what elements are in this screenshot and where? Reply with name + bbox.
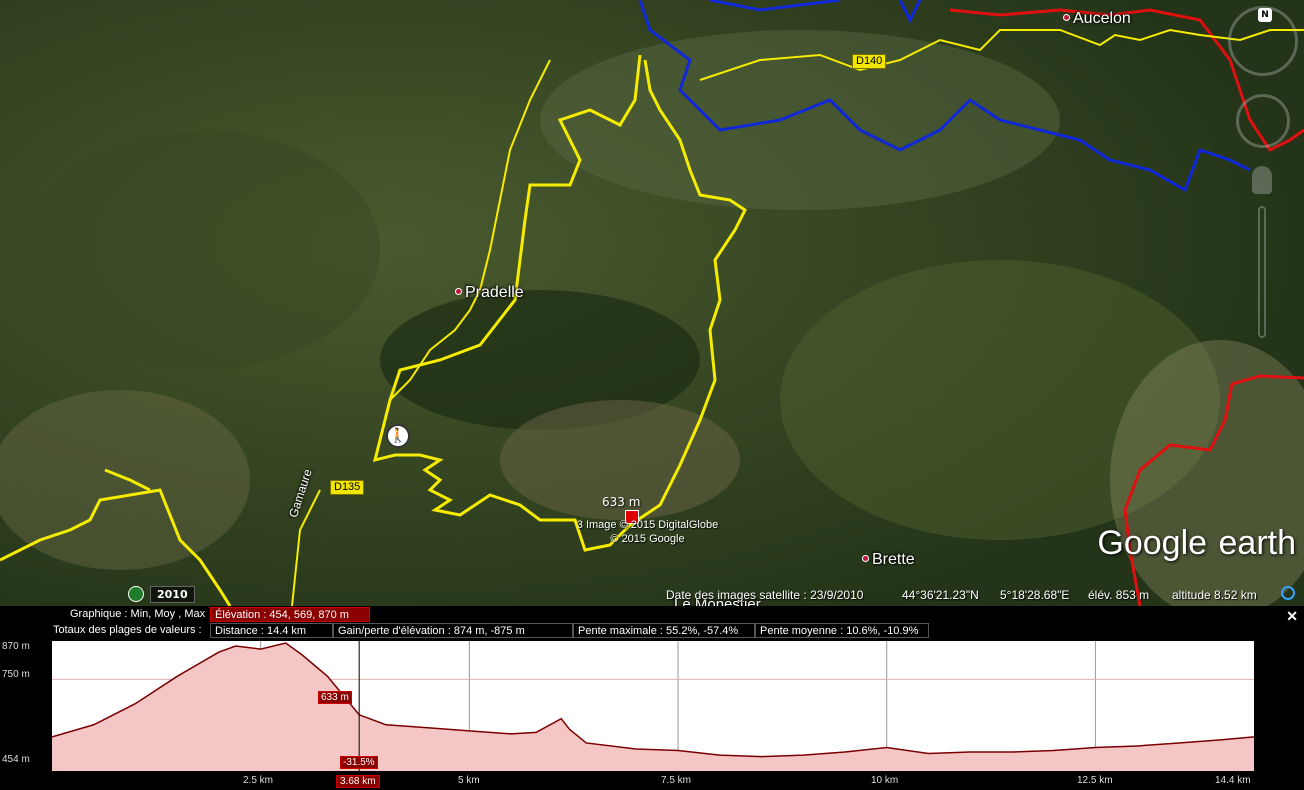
y-tick-label: 454 m [2, 754, 30, 765]
streaming-icon [1281, 586, 1295, 600]
place-aucelon[interactable]: Aucelon [1063, 10, 1131, 28]
elevation-readout: élév. 853 m [1088, 588, 1150, 602]
profile-totals-row: Totaux des plages de valeurs : Distance … [0, 623, 1304, 639]
y-tick-label: 750 m [2, 669, 30, 680]
x-tick-label: 14.4 km [1215, 775, 1251, 786]
satellite-map-view[interactable]: Aucelon Pradelle Brette Le Monestier D14… [0, 0, 1304, 606]
gain-loss-stat[interactable]: Gain/perte d'élévation : 874 m, -875 m [333, 623, 573, 638]
road-label-d135: D135 [330, 480, 365, 495]
distance-stat[interactable]: Distance : 14.4 km [210, 623, 333, 638]
cursor-elevation-label: 633 m [318, 691, 352, 704]
x-tick-label: 7.5 km [661, 775, 692, 786]
street-view-icon[interactable] [1252, 166, 1272, 194]
imagery-date: Date des images satellite : 23/9/2010 [666, 588, 864, 602]
road-label-d140: D140 [852, 54, 887, 69]
profile-summary-row: Graphique : Min, Moy , Max Élévation : 4… [0, 607, 1304, 623]
google-earth-logo: Google earth [1097, 524, 1296, 562]
place-dot-icon [455, 288, 462, 295]
latitude-readout: 44°36'21.23"N [902, 588, 979, 602]
elevation-area [52, 643, 1254, 771]
place-pradelle[interactable]: Pradelle [455, 284, 524, 302]
look-joystick-icon[interactable] [1236, 94, 1290, 148]
graph-label: Graphique : Min, Moy , Max [70, 608, 206, 620]
marker-altitude-label: 633 m [602, 495, 641, 509]
elevation-stat[interactable]: Élévation : 454, 569, 870 m [210, 607, 370, 622]
avg-slope-stat[interactable]: Pente moyenne : 10.6%, -10.9% [755, 623, 929, 638]
compass-north-icon[interactable]: N [1258, 8, 1272, 22]
x-tick-label: 2.5 km [243, 775, 274, 786]
elevation-chart[interactable] [51, 641, 1255, 771]
longitude-readout: 5°18'28.68"E [1000, 588, 1070, 602]
altitude-readout: altitude 8.52 km [1172, 588, 1257, 602]
imagery-copyright: 3 Image © 2015 DigitalGlobe © 2015 Googl… [576, 519, 719, 545]
x-tick-label: 5 km [458, 775, 480, 786]
x-tick-label: 12.5 km [1077, 775, 1113, 786]
zoom-slider-icon[interactable] [1258, 206, 1266, 338]
place-dot-icon [862, 555, 869, 562]
max-slope-stat[interactable]: Pente maximale : 55.2%, -57.4% [573, 623, 755, 638]
historical-year-badge[interactable]: 2010 [150, 586, 195, 603]
x-tick-label: 10 km [871, 775, 899, 786]
terrain-imagery [0, 0, 1304, 606]
totals-label: Totaux des plages de valeurs : [53, 624, 202, 636]
elevation-chart-svg [51, 641, 1255, 771]
hiker-icon[interactable]: 🚶 [386, 424, 410, 448]
place-brette[interactable]: Brette [862, 551, 915, 569]
status-bar: Date des images satellite : 23/9/2010 44… [0, 584, 1304, 606]
navigation-controls[interactable]: N [1228, 6, 1298, 346]
place-dot-icon [1063, 14, 1070, 21]
cursor-slope-label: -31.5% [340, 756, 378, 769]
elevation-profile-panel: Graphique : Min, Moy , Max Élévation : 4… [0, 606, 1304, 790]
historical-imagery-icon[interactable] [128, 586, 144, 602]
cursor-distance-label: 3.68 km [336, 775, 380, 788]
y-tick-label: 870 m [2, 641, 30, 652]
